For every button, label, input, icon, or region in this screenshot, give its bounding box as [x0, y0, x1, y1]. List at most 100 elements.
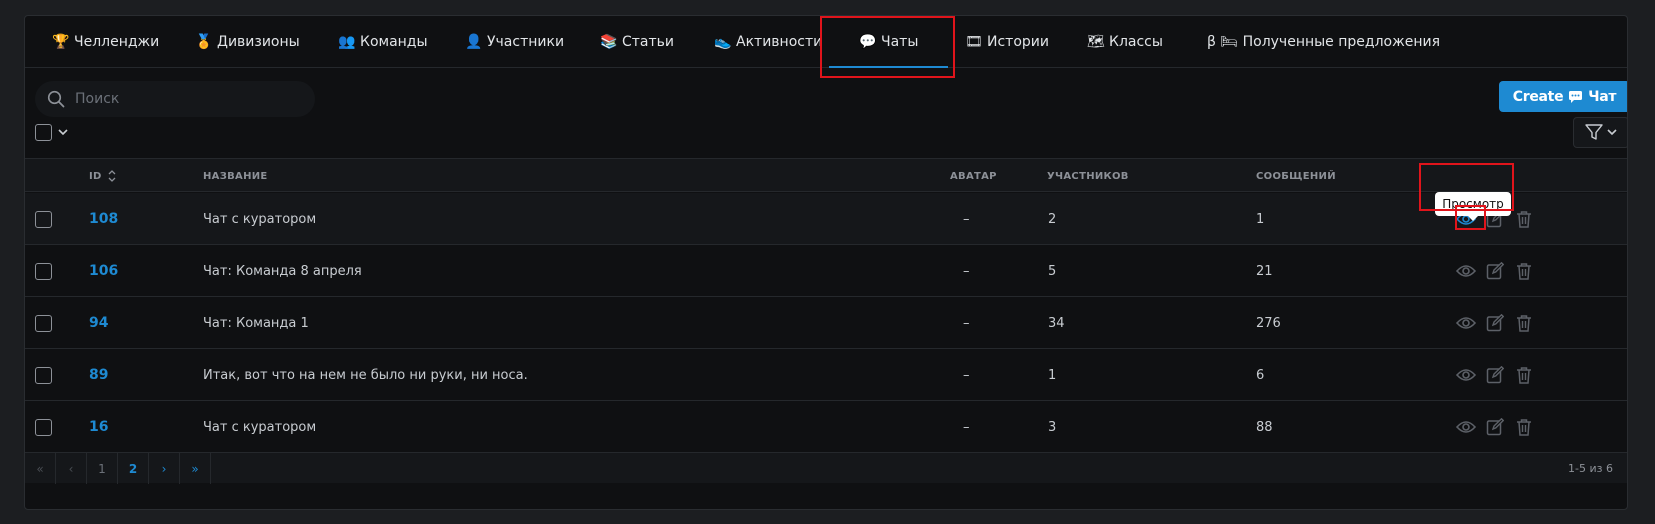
bulk-select[interactable]	[35, 124, 68, 141]
edit-button[interactable]	[1484, 312, 1506, 334]
eye-icon	[1456, 265, 1476, 277]
activity-icon: 👟	[714, 34, 732, 50]
column-id-label: ID	[89, 170, 102, 182]
tab-label: Дивизионы	[217, 34, 300, 50]
edit-button[interactable]	[1484, 364, 1506, 386]
trash-icon	[1517, 263, 1531, 280]
edit-icon	[1486, 262, 1504, 280]
chevron-down-icon[interactable]	[58, 129, 68, 136]
eye-icon	[1456, 369, 1476, 381]
sort-icon[interactable]	[108, 169, 116, 183]
column-participants: УЧАСТНИКОВ	[1047, 170, 1129, 182]
row-participants: 5	[1048, 263, 1057, 279]
search-box	[35, 81, 315, 117]
tab-activities[interactable]: 👟 Активности	[714, 16, 822, 68]
eye-icon	[1456, 421, 1476, 433]
create-chat-button[interactable]: Create Чат	[1499, 81, 1627, 112]
row-messages: 6	[1256, 367, 1265, 383]
row-messages: 88	[1256, 419, 1273, 435]
tab-classes[interactable]: 🗺 Классы	[1087, 16, 1163, 68]
row-checkbox[interactable]	[35, 262, 52, 280]
row-messages: 1	[1256, 211, 1265, 227]
view-button[interactable]	[1455, 312, 1477, 334]
view-button[interactable]	[1455, 364, 1477, 386]
row-checkbox[interactable]	[35, 366, 52, 384]
view-button[interactable]	[1455, 260, 1477, 282]
table-row[interactable]: 108 Чат с куратором – 2 1	[25, 193, 1627, 245]
row-checkbox[interactable]	[35, 210, 52, 228]
tab-label: Участники	[487, 34, 565, 50]
edit-icon	[1486, 418, 1504, 436]
edit-icon	[1486, 314, 1504, 332]
table-row[interactable]: 16 Чат с куратором – 3 88	[25, 401, 1627, 453]
row-avatar: –	[963, 419, 970, 435]
next-page-button[interactable]: ›	[149, 453, 180, 484]
tab-chats[interactable]: 💬 Чаты	[828, 16, 949, 68]
edit-button[interactable]	[1484, 260, 1506, 282]
row-id-link[interactable]: 106	[89, 245, 118, 297]
chat-icon	[1569, 90, 1583, 103]
table-row[interactable]: 106 Чат: Команда 8 апреля – 5 21	[25, 245, 1627, 297]
delete-button[interactable]	[1513, 208, 1535, 230]
search-input[interactable]	[75, 91, 295, 107]
eye-icon	[1456, 317, 1476, 329]
row-participants: 2	[1048, 211, 1057, 227]
tab-label: β 🛏 Полученные предложения	[1207, 34, 1440, 50]
row-checkbox[interactable]	[35, 418, 52, 436]
tab-participants[interactable]: 👤 Участники	[465, 16, 564, 68]
page-button[interactable]: 1	[87, 453, 118, 484]
delete-button[interactable]	[1513, 416, 1535, 438]
tab-label: Классы	[1109, 34, 1163, 50]
edit-button[interactable]	[1484, 416, 1506, 438]
tab-stories[interactable]: 🎞 Истории	[965, 16, 1049, 68]
row-name: Чат с куратором	[203, 211, 317, 227]
division-icon: 🏅	[195, 34, 213, 50]
trophy-icon: 🏆	[52, 34, 70, 50]
delete-button[interactable]	[1513, 312, 1535, 334]
table-row[interactable]: 94 Чат: Команда 1 – 34 276	[25, 297, 1627, 349]
row-id-link[interactable]: 16	[89, 401, 108, 453]
column-name: НАЗВАНИЕ	[203, 170, 268, 182]
prev-page-button[interactable]: ‹	[56, 453, 87, 484]
create-button-label: Create	[1512, 88, 1564, 105]
tab-received-offers[interactable]: β 🛏 Полученные предложения	[1207, 16, 1440, 68]
filter-button[interactable]	[1573, 117, 1627, 148]
row-avatar: –	[963, 367, 970, 383]
tab-challenges[interactable]: 🏆 Челленджи	[52, 16, 159, 68]
column-id[interactable]: ID	[89, 159, 116, 193]
classes-icon: 🗺	[1087, 34, 1105, 50]
row-avatar: –	[963, 315, 970, 331]
select-all-checkbox[interactable]	[35, 124, 52, 141]
table-header: ID НАЗВАНИЕ АВАТАР УЧАСТНИКОВ СООБЩЕНИЙ	[25, 158, 1627, 192]
tab-divisions[interactable]: 🏅 Дивизионы	[195, 16, 300, 68]
row-name: Чат: Команда 1	[203, 315, 309, 331]
tab-label: Истории	[987, 34, 1049, 50]
trash-icon	[1517, 367, 1531, 384]
row-id-link[interactable]: 108	[89, 193, 118, 245]
section-tabs: 🏆 Челленджи 🏅 Дивизионы 👥 Команды 👤 Учас…	[25, 16, 1627, 68]
tab-label: Статьи	[622, 34, 675, 50]
row-id-link[interactable]: 89	[89, 349, 108, 401]
current-page-button[interactable]: 2	[118, 453, 149, 484]
search-icon	[47, 90, 65, 108]
row-checkbox[interactable]	[35, 314, 52, 332]
chats-panel: 🏆 Челленджи 🏅 Дивизионы 👥 Команды 👤 Учас…	[24, 15, 1628, 510]
row-participants: 34	[1048, 315, 1065, 331]
delete-button[interactable]	[1513, 260, 1535, 282]
table-row[interactable]: 89 Итак, вот что на нем не было ни руки,…	[25, 349, 1627, 401]
row-participants: 3	[1048, 419, 1057, 435]
pagination-bar: « ‹ 1 2 › » 1-5 из 6	[25, 452, 1627, 484]
row-id-link[interactable]: 94	[89, 297, 108, 349]
view-button[interactable]	[1455, 416, 1477, 438]
column-messages: СООБЩЕНИЙ	[1256, 170, 1336, 182]
last-page-button[interactable]: »	[180, 453, 211, 484]
first-page-button[interactable]: «	[25, 453, 56, 484]
tab-articles[interactable]: 📚 Статьи	[600, 16, 674, 68]
row-messages: 276	[1256, 315, 1281, 331]
create-button-suffix: Чат	[1588, 88, 1617, 105]
tab-label: Активности	[736, 34, 823, 50]
delete-button[interactable]	[1513, 364, 1535, 386]
tab-teams[interactable]: 👥 Команды	[338, 16, 428, 68]
trash-icon	[1517, 315, 1531, 332]
trash-icon	[1517, 211, 1531, 228]
